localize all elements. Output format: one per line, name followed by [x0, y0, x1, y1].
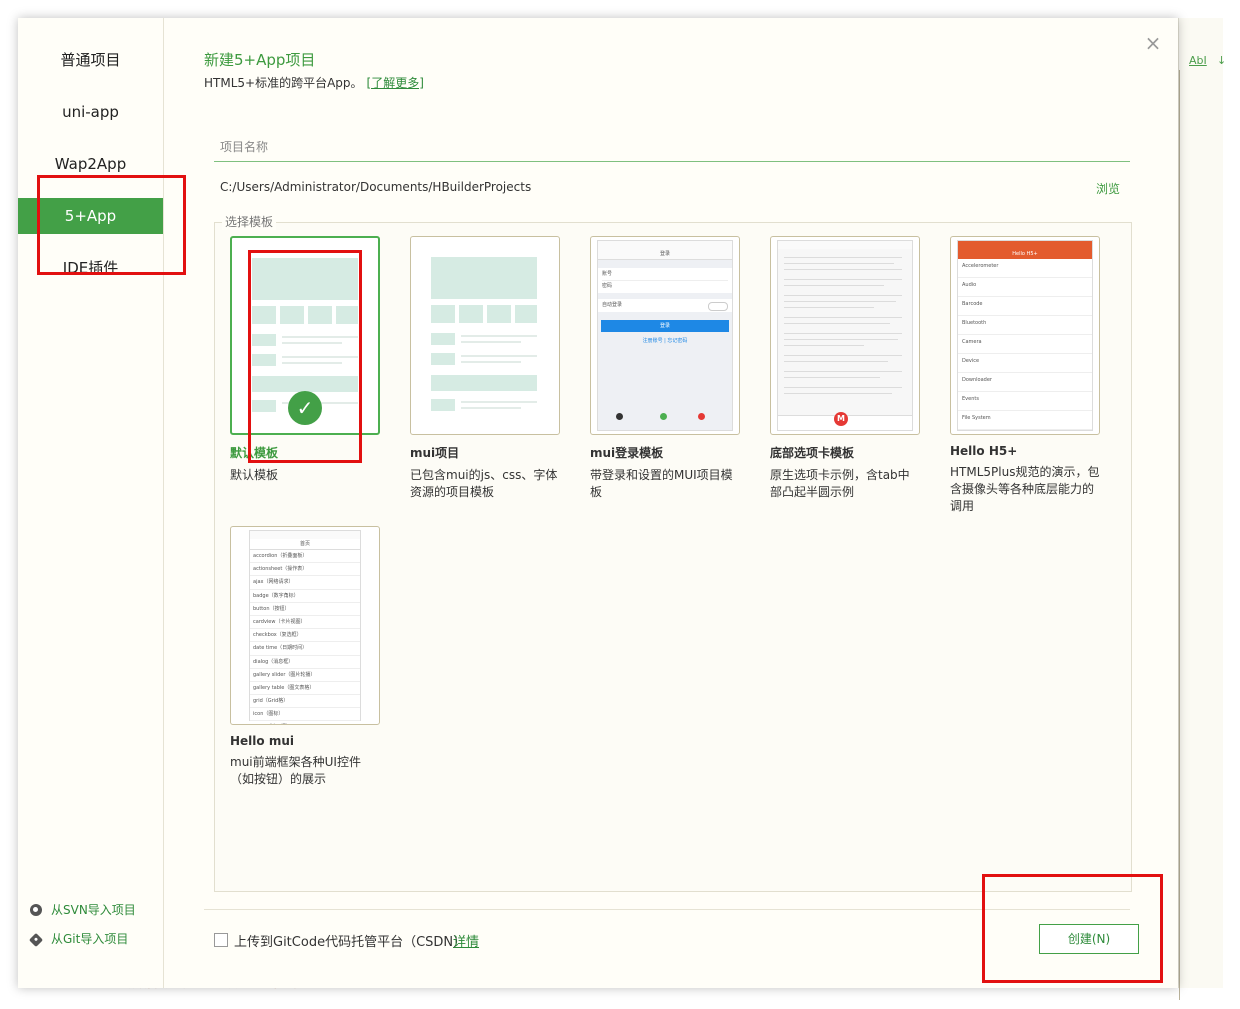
template-thumbnail[interactable]: 首页 accordion（折叠面板） actionsheet（操作表） ajax（网…	[230, 526, 380, 725]
mui-list-item: gallery table（图文表格）	[250, 682, 360, 696]
subtitle-text: HTML5+标准的跨平台App。	[204, 76, 363, 90]
close-icon[interactable]: ×	[1144, 33, 1162, 53]
new-project-dialog: 普通项目 uni-app Wap2App 5+App IDE插件 从SVN导入项…	[18, 18, 1178, 988]
template-mui-login[interactable]: 登录 账号 密码 自动登录 登录 注册账号 | 忘记密码 mui登录模板 带登录…	[590, 236, 740, 501]
mui-preview: 首页 accordion（折叠面板） actionsheet（操作表） ajax（网…	[249, 530, 361, 722]
mui-list-item: input（输入框）	[250, 721, 360, 724]
template-thumbnail[interactable]	[410, 236, 560, 435]
git-import-label: 从Git导入项目	[51, 932, 129, 946]
page-title: 新建5+App项目	[204, 51, 316, 69]
footer-divider	[204, 909, 1130, 910]
mui-list-item: checkbox（复选框）	[250, 629, 360, 643]
browse-button[interactable]: 浏览	[1096, 180, 1120, 197]
download-icon[interactable]: ↓	[1217, 54, 1226, 67]
h5plus-preview: Hello H5+ Accelerometer Audio Barcode Bluet…	[957, 240, 1093, 431]
mui-list-item: badge（数字角标）	[250, 590, 360, 603]
mui-list-item: icon（图标）	[250, 708, 360, 722]
background-editor: AbI ↓	[1178, 18, 1226, 1000]
h5plus-list-item: Downloader	[958, 373, 1092, 392]
h5plus-list-item: File System	[958, 411, 1092, 430]
mui-list-item: gallery slider（图片轮播）	[250, 669, 360, 682]
center-tab-icon: M	[834, 412, 848, 426]
detail-link[interactable]: 详情	[453, 931, 479, 950]
template-name: Hello H5+	[950, 444, 1018, 458]
qq-icon	[616, 413, 623, 420]
svn-import-label: 从SVN导入项目	[51, 903, 136, 917]
learn-more-link[interactable]: [了解更多]	[367, 76, 424, 90]
svn-import-link[interactable]: 从SVN导入项目	[30, 901, 136, 918]
git-import-link[interactable]: 从Git导入项目	[28, 930, 129, 948]
h5plus-list-item: Events	[958, 392, 1092, 411]
toggle-icon	[708, 302, 728, 311]
template-legend: 选择模板	[222, 213, 277, 230]
divider	[1179, 70, 1180, 1000]
main-panel: 新建5+App项目 HTML5+标准的跨平台App。 [了解更多] × C:/Us…	[164, 18, 1178, 988]
mui-list-item: dialog（消息框）	[250, 656, 360, 669]
template-mui-project[interactable]: mui项目 已包含mui的js、css、字体资源的项目模板	[410, 236, 560, 501]
template-desc: 原生选项卡示例，含tab中部凸起半圆示例	[770, 468, 910, 499]
h5plus-list-item: Accelerometer	[958, 259, 1092, 278]
h5plus-list-item: Audio	[958, 278, 1092, 297]
template-thumbnail[interactable]: 登录 账号 密码 自动登录 登录 注册账号 | 忘记密码	[590, 236, 740, 435]
sidebar-item-5plusapp[interactable]: 5+App	[18, 198, 163, 234]
template-thumbnail[interactable]: Hello H5+ Accelerometer Audio Barcode Bluet…	[950, 236, 1100, 435]
sidebar-item-wap2app[interactable]: Wap2App	[18, 146, 163, 182]
mui-list-item: cardview（卡片视图）	[250, 616, 360, 630]
project-name-input[interactable]	[214, 132, 1130, 162]
template-name: mui项目	[410, 446, 460, 460]
template-desc: 已包含mui的js、css、字体资源的项目模板	[410, 468, 558, 499]
template-name: 底部选项卡模板	[770, 446, 855, 460]
template-hello-mui[interactable]: 首页 accordion（折叠面板） actionsheet（操作表） ajax（网…	[230, 526, 380, 788]
project-path[interactable]: C:/Users/Administrator/Documents/HBuilde…	[220, 180, 531, 194]
template-default[interactable]: ✓ 默认模板 默认模板	[230, 236, 380, 484]
sidebar-item-uniapp[interactable]: uni-app	[18, 94, 163, 130]
mui-list: accordion（折叠面板） actionsheet（操作表） ajax（网络请求…	[250, 550, 360, 724]
git-icon	[28, 932, 44, 948]
page-subtitle: HTML5+标准的跨平台App。 [了解更多]	[204, 74, 424, 91]
template-desc: 默认模板	[230, 468, 279, 482]
create-button[interactable]: 创建(N)	[1039, 924, 1139, 954]
project-type-sidebar: 普通项目 uni-app Wap2App 5+App IDE插件 从SVN导入项…	[18, 18, 164, 988]
selected-check-icon: ✓	[288, 391, 322, 425]
template-bottom-tab[interactable]: M 底部选项卡模板 原生选项卡示例，含tab中部凸起半圆示例	[770, 236, 920, 501]
template-thumbnail[interactable]: ✓	[230, 236, 380, 435]
template-thumbnail[interactable]: M	[770, 236, 920, 435]
sidebar-item-ide-plugin[interactable]: IDE插件	[18, 250, 163, 286]
mui-list-item: grid（Grid格）	[250, 695, 360, 709]
h5plus-list-item: Device	[958, 354, 1092, 373]
mui-list-item: actionsheet（操作表）	[250, 563, 360, 577]
template-hello-h5plus[interactable]: Hello H5+ Accelerometer Audio Barcode Bluet…	[950, 236, 1100, 515]
login-preview: 登录 账号 密码 自动登录 登录 注册账号 | 忘记密码	[597, 240, 733, 431]
upload-checkbox[interactable]	[214, 933, 228, 947]
template-name: mui登录模板	[590, 446, 664, 460]
mui-list-item: ajax（网络请求）	[250, 576, 360, 590]
format-icon[interactable]: AbI	[1189, 54, 1207, 67]
sidebar-item-normal[interactable]: 普通项目	[18, 42, 163, 78]
mui-list-item: accordion（折叠面板）	[250, 550, 360, 564]
h5plus-list-item: Camera	[958, 335, 1092, 354]
template-name: 默认模板	[230, 446, 279, 460]
h5plus-list-item: Barcode	[958, 297, 1092, 316]
template-desc: HTML5Plus规范的演示，包含摄像头等各种底层能力的调用	[950, 465, 1100, 513]
weibo-icon	[698, 413, 705, 420]
mui-list-item: date time（日期时间）	[250, 642, 360, 656]
mui-list-item: button（按钮）	[250, 603, 360, 616]
wechat-icon	[660, 413, 667, 420]
template-desc: mui前端框架各种UI控件（如按钮）的展示	[230, 755, 361, 786]
template-name: Hello mui	[230, 734, 294, 748]
upload-label[interactable]: 上传到GitCode代码托管平台（CSDN）	[234, 931, 466, 950]
svn-icon	[30, 904, 42, 916]
tab-preview: M	[777, 240, 913, 431]
h5plus-list: Accelerometer Audio Barcode Bluetooth Camera…	[958, 259, 1092, 430]
h5plus-list-item: Bluetooth	[958, 316, 1092, 335]
template-desc: 带登录和设置的MUI项目模板	[590, 468, 733, 499]
